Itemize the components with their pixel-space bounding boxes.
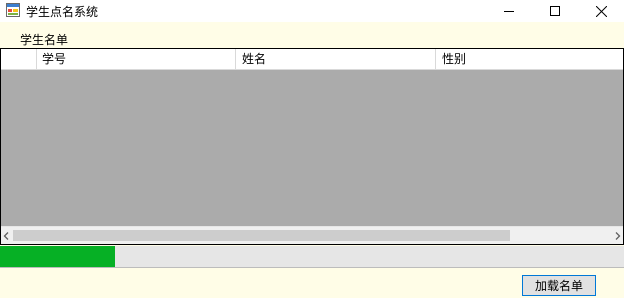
- scroll-left-button[interactable]: [1, 227, 14, 244]
- horizontal-scrollbar[interactable]: [1, 226, 623, 244]
- column-header-name[interactable]: 姓名: [236, 49, 436, 69]
- chevron-right-icon: [615, 231, 620, 240]
- row-header-corner[interactable]: [1, 49, 37, 69]
- close-button[interactable]: [578, 0, 624, 22]
- column-header-student-id[interactable]: 学号: [36, 49, 236, 69]
- student-grid[interactable]: 学号 姓名 性别: [0, 48, 624, 245]
- load-progress-bar: [0, 246, 624, 268]
- window-title: 学生点名系统: [26, 5, 99, 19]
- minimize-button[interactable]: [486, 0, 532, 22]
- scroll-right-button[interactable]: [609, 227, 623, 244]
- maximize-button[interactable]: [532, 0, 578, 22]
- column-header-gender[interactable]: 性别: [436, 49, 623, 69]
- chevron-left-icon: [3, 231, 8, 240]
- app-form-icon[interactable]: [6, 3, 20, 17]
- title-bar[interactable]: 学生点名系统: [0, 0, 624, 22]
- load-list-button[interactable]: 加载名单: [522, 275, 596, 296]
- scroll-thumb[interactable]: [13, 230, 510, 241]
- close-icon: [595, 5, 607, 17]
- grid-header: 学号 姓名 性别: [1, 49, 623, 70]
- minimize-icon: [504, 11, 514, 12]
- progress-fill: [0, 246, 116, 267]
- maximize-icon: [550, 6, 560, 16]
- student-list-label: 学生名单: [20, 33, 69, 47]
